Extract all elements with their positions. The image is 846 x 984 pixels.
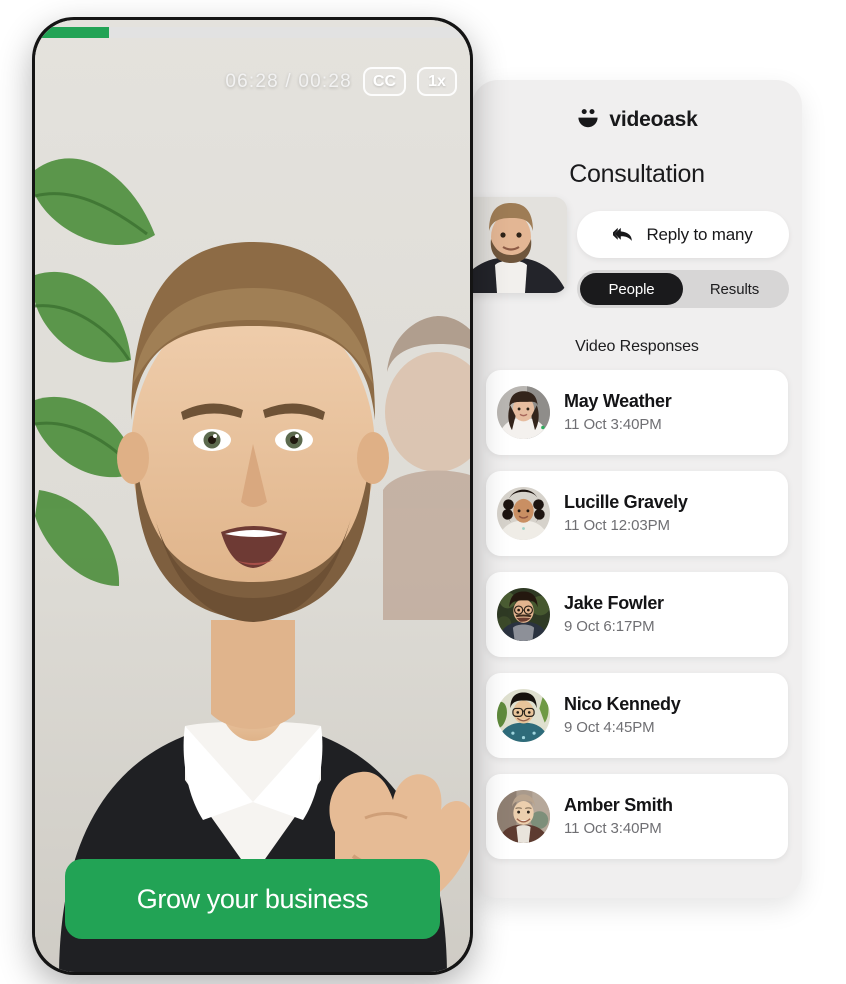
tab-people[interactable]: People bbox=[580, 273, 683, 305]
page-title: Consultation bbox=[569, 160, 705, 188]
avatar bbox=[497, 386, 550, 439]
video-responses-label: Video Responses bbox=[575, 338, 699, 355]
respondent-time: 9 Oct 6:17PM bbox=[564, 618, 655, 636]
list-item-text: Jake Fowler 9 Oct 6:17PM bbox=[564, 593, 664, 637]
respondent-time: 11 Oct 3:40PM bbox=[564, 416, 662, 434]
list-item-text: Nico Kennedy 9 Oct 4:45PM bbox=[564, 693, 681, 738]
videoask-smiley-icon bbox=[576, 107, 600, 131]
people-results-toggle[interactable]: People Results bbox=[577, 270, 789, 308]
respondent-name: Amber Smith bbox=[564, 794, 673, 815]
respondent-name: Nico Kennedy bbox=[564, 693, 681, 714]
list-item-text: Lucille Gravely 11 Oct 12:03PM bbox=[564, 492, 688, 536]
avatar bbox=[497, 487, 550, 540]
playback-speed-button[interactable]: 1x bbox=[417, 67, 457, 96]
phone-screen: 06:28 / 00:28 CC 1x Grow your business bbox=[35, 20, 470, 972]
respondent-time: 11 Oct 3:40PM bbox=[564, 820, 662, 838]
brand-lockup: videoask bbox=[472, 107, 802, 131]
video-frame-image bbox=[35, 20, 470, 972]
reply-all-icon bbox=[613, 226, 635, 244]
screenshot-root: videoask Consultation Reply to many Peop… bbox=[0, 0, 846, 984]
reply-to-many-label: Reply to many bbox=[646, 224, 753, 244]
list-item[interactable]: Nico Kennedy 9 Oct 4:45PM bbox=[486, 673, 788, 758]
respondent-name: May Weather bbox=[564, 390, 672, 411]
avatar bbox=[497, 790, 550, 843]
video-progress-bar[interactable] bbox=[35, 27, 470, 38]
brand-name: videoask bbox=[609, 107, 698, 131]
respondent-name: Lucille Gravely bbox=[564, 491, 688, 512]
avatar bbox=[497, 588, 550, 641]
video-responses-list: May Weather 11 Oct 3:40PM Lucille Gravel… bbox=[472, 370, 802, 859]
list-item[interactable]: Jake Fowler 9 Oct 6:17PM bbox=[486, 572, 788, 657]
list-item[interactable]: Amber Smith 11 Oct 3:40PM bbox=[486, 774, 788, 859]
phone-mockup: 06:28 / 00:28 CC 1x Grow your business bbox=[32, 17, 473, 975]
respondent-time: 11 Oct 12:03PM bbox=[564, 517, 670, 535]
avatar bbox=[497, 689, 550, 742]
video-progress-fill bbox=[35, 27, 109, 38]
respondent-name: Jake Fowler bbox=[564, 592, 664, 613]
respondent-time: 9 Oct 4:45PM bbox=[564, 719, 655, 737]
list-item[interactable]: Lucille Gravely 11 Oct 12:03PM bbox=[486, 471, 788, 556]
list-item-text: Amber Smith 11 Oct 3:40PM bbox=[564, 795, 673, 839]
video-timecode: 06:28 / 00:28 bbox=[225, 70, 352, 92]
video-controls: 06:28 / 00:28 CC 1x bbox=[225, 67, 457, 96]
list-item[interactable]: May Weather 11 Oct 3:40PM bbox=[486, 370, 788, 455]
captions-button[interactable]: CC bbox=[362, 67, 406, 96]
reply-to-many-button[interactable]: Reply to many bbox=[577, 211, 789, 258]
grow-your-business-button[interactable]: Grow your business bbox=[65, 859, 440, 939]
tab-results[interactable]: Results bbox=[683, 273, 786, 305]
list-item-text: May Weather 11 Oct 3:40PM bbox=[564, 390, 672, 435]
